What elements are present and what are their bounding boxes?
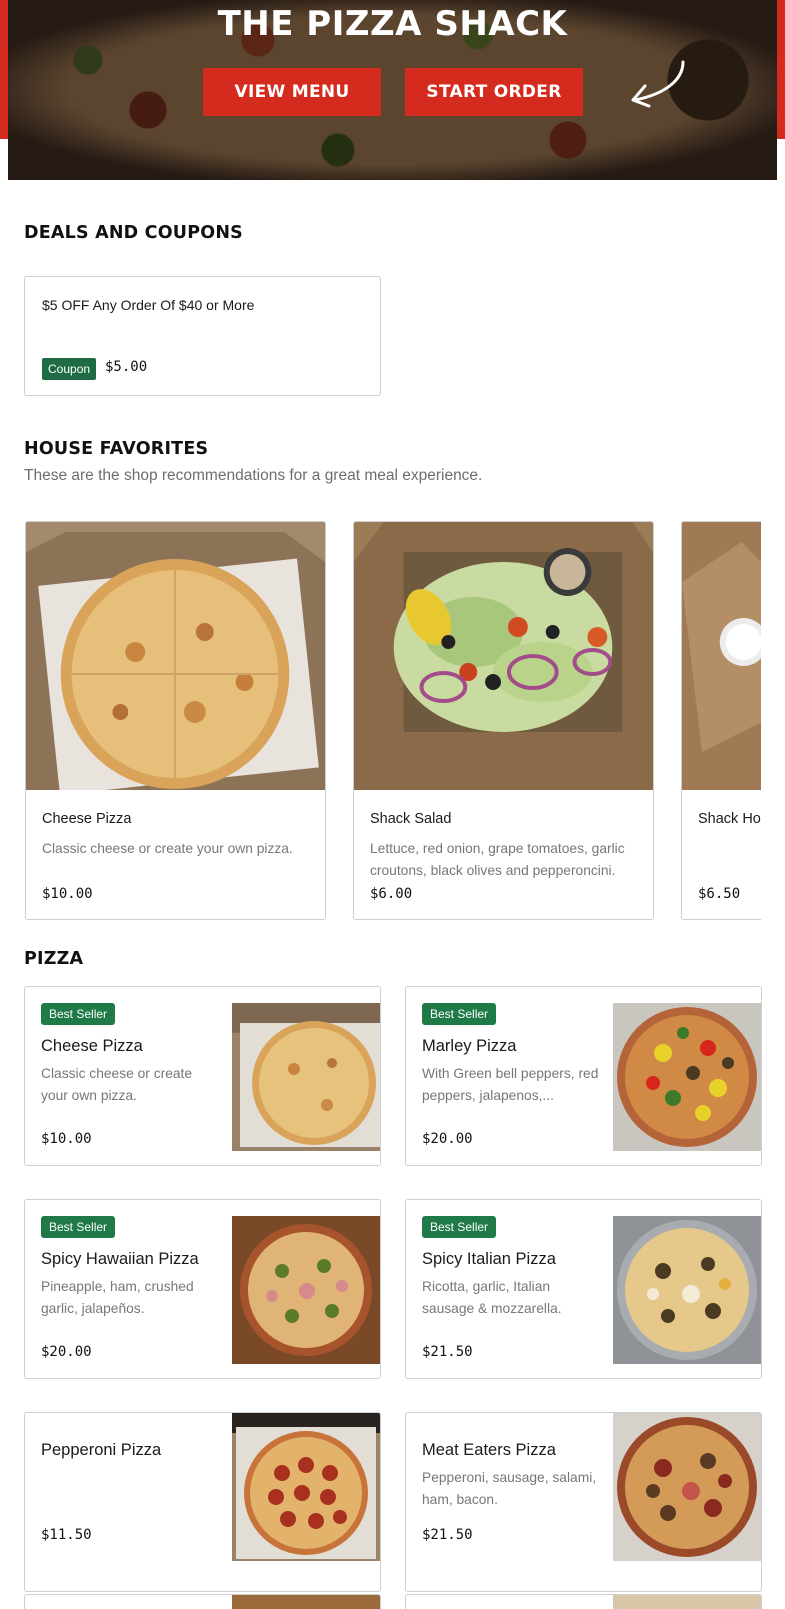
menu-item-card[interactable]: Best Seller Marley Pizza With Green bell… [405, 986, 762, 1166]
coupon-badge: Coupon [42, 358, 97, 380]
favorite-card[interactable]: Cheese Pizza Classic cheese or create yo… [25, 521, 326, 920]
view-menu-button[interactable]: VIEW MENU [203, 68, 381, 116]
menu-item-description: Ricotta, garlic, Italian sausage & mozza… [422, 1279, 562, 1316]
spicy-hawaiian-pizza-image [232, 1216, 380, 1364]
menu-item-card[interactable]: Meat Eaters Pizza Pepperoni, sausage, sa… [405, 1412, 762, 1592]
menu-item-card[interactable] [405, 1594, 762, 1609]
coupon-price: $5.00 [105, 359, 148, 375]
best-seller-badge: Best Seller [41, 1216, 116, 1238]
favorites-section-title: HOUSE FAVORITES [24, 439, 209, 459]
favorite-item-description: Classic cheese or create your own pizza. [42, 841, 293, 856]
meat-eaters-pizza-image [613, 1413, 761, 1561]
menu-item-description: With Green bell peppers, red peppers, ja… [422, 1066, 599, 1103]
best-seller-badge: Best Seller [41, 1003, 116, 1025]
favorite-item-price: $6.00 [370, 886, 413, 902]
deals-section-title: DEALS AND COUPONS [24, 223, 243, 243]
menu-item-card[interactable] [24, 1594, 381, 1609]
shack-ho-image [682, 522, 761, 790]
menu-item-name: Spicy Italian Pizza [422, 1250, 556, 1268]
favorite-item-name: Shack Ho [698, 811, 761, 827]
menu-item-card[interactable]: Best Seller Spicy Hawaiian Pizza Pineapp… [24, 1199, 381, 1379]
menu-item-name: Meat Eaters Pizza [422, 1441, 556, 1459]
menu-item-card[interactable]: Best Seller Cheese Pizza Classic cheese … [24, 986, 381, 1166]
pizza-image [232, 1595, 380, 1609]
menu-item-description: Pineapple, ham, crushed garlic, jalapeño… [41, 1279, 194, 1316]
favorite-item-name: Shack Salad [370, 811, 452, 827]
cheese-pizza-image [232, 1003, 380, 1151]
cheese-pizza-image [26, 522, 325, 790]
favorite-item-name: Cheese Pizza [42, 811, 132, 827]
favorite-item-description: Lettuce, red onion, grape tomatoes, garl… [370, 841, 625, 878]
start-order-button[interactable]: START ORDER [405, 68, 583, 116]
menu-item-price: $10.00 [41, 1131, 92, 1147]
marley-pizza-image [613, 1003, 761, 1151]
shack-salad-image [354, 522, 653, 790]
favorite-card[interactable]: Shack Ho $6.50 [681, 521, 761, 920]
restaurant-title: THE PIZZA SHACK [217, 4, 568, 44]
menu-item-name: Spicy Hawaiian Pizza [41, 1250, 199, 1268]
coupon-title: $5 OFF Any Order Of $40 or More [42, 297, 255, 313]
curved-arrow-icon [631, 60, 685, 108]
hero-banner: THE PIZZA SHACK VIEW MENU START ORDER [0, 0, 785, 180]
favorite-item-price: $6.50 [698, 886, 741, 902]
menu-item-price: $20.00 [422, 1131, 473, 1147]
coupon-card[interactable]: $5 OFF Any Order Of $40 or More Coupon $… [24, 276, 381, 396]
pepperoni-pizza-image [232, 1413, 380, 1561]
menu-item-card[interactable]: Best Seller Spicy Italian Pizza Ricotta,… [405, 1199, 762, 1379]
menu-item-name: Pepperoni Pizza [41, 1441, 162, 1459]
pizza-section-title: PIZZA [24, 949, 84, 969]
best-seller-badge: Best Seller [422, 1216, 497, 1238]
best-seller-badge: Best Seller [422, 1003, 497, 1025]
favorite-card[interactable]: Shack Salad Lettuce, red onion, grape to… [353, 521, 654, 920]
menu-item-price: $11.50 [41, 1527, 92, 1543]
spicy-italian-pizza-image [613, 1216, 761, 1364]
menu-item-description: Classic cheese or create your own pizza. [41, 1066, 193, 1103]
menu-item-price: $21.50 [422, 1527, 473, 1543]
menu-item-name: Marley Pizza [422, 1037, 517, 1055]
favorites-carousel[interactable]: Cheese Pizza Classic cheese or create yo… [24, 520, 761, 922]
menu-item-description: Pepperoni, sausage, salami, ham, bacon. [422, 1470, 597, 1507]
favorite-item-price: $10.00 [42, 886, 93, 902]
favorites-subtitle: These are the shop recommendations for a… [24, 467, 483, 484]
menu-item-price: $21.50 [422, 1344, 473, 1360]
pizza-image [613, 1595, 761, 1609]
menu-item-price: $20.00 [41, 1344, 92, 1360]
menu-item-name: Cheese Pizza [41, 1037, 143, 1055]
menu-item-card[interactable]: Pepperoni Pizza $11.50 [24, 1412, 381, 1592]
